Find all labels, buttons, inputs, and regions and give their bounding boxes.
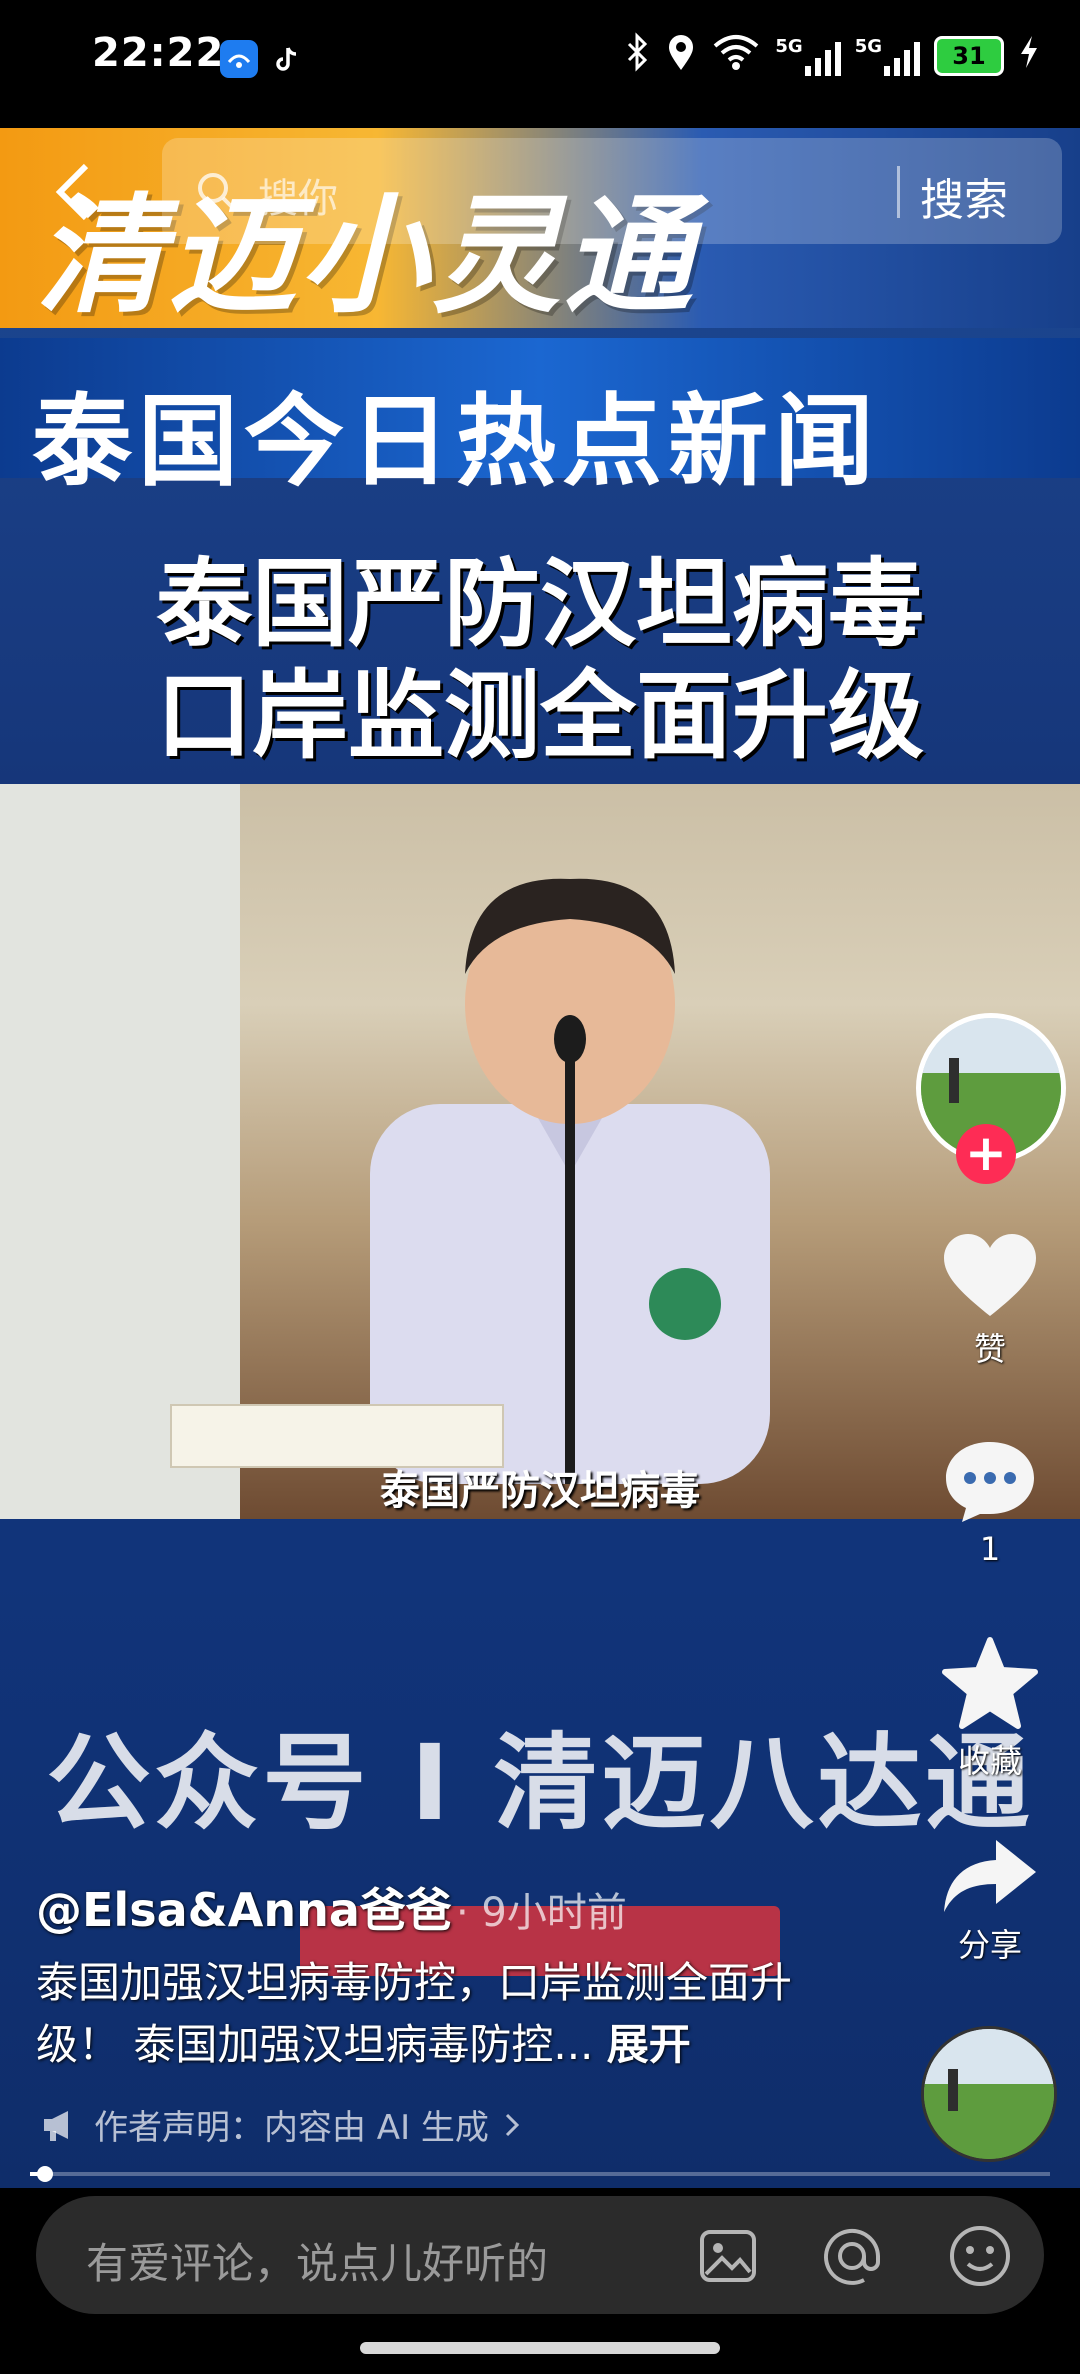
search-icon <box>195 168 239 220</box>
video-subtitle: 泰国严防汉坦病毒 <box>380 1468 700 1514</box>
expand-link[interactable]: 展开 <box>607 2020 691 2069</box>
video-banner-text: 泰国今日热点新闻 <box>32 383 880 500</box>
location-icon <box>665 32 697 79</box>
video-title-banner: 泰国今日热点新闻 <box>0 338 1080 500</box>
share-arrow-icon <box>944 1840 1036 1912</box>
author-name[interactable]: @Elsa&Anna爸爸 <box>36 1874 452 1940</box>
post-description[interactable]: 泰国加强汉坦病毒防控，口岸监测全面升级！ 泰国加强汉坦病毒防控... 展开 <box>36 1952 856 2076</box>
speaker-figure <box>370 878 770 1484</box>
like-label: 赞 <box>973 1330 1006 1368</box>
image-picker-button[interactable] <box>696 2224 760 2292</box>
video-headline: 泰国严防汉坦病毒 口岸监测全面升级 <box>0 548 1080 772</box>
charging-icon <box>1018 34 1040 77</box>
network-type-2: 5G <box>854 35 882 57</box>
heart-icon <box>944 1234 1036 1316</box>
search-button[interactable]: 搜索 <box>920 164 1008 228</box>
video-photo <box>0 784 1080 1519</box>
signal-bars-icon <box>804 36 841 76</box>
music-disc-avatar[interactable] <box>921 2026 1057 2162</box>
emoji-button[interactable] <box>946 2222 1014 2294</box>
video-headline-line2: 口岸监测全面升级 <box>156 660 924 772</box>
share-label: 分享 <box>957 1926 1022 1964</box>
signal-2: 5G <box>855 36 920 76</box>
megaphone-icon <box>44 2110 68 2141</box>
search-placeholder: 搜你 <box>258 176 338 222</box>
comment-button[interactable]: 1 <box>930 1436 1050 1568</box>
signal-bars-icon <box>884 36 920 76</box>
wifi-icon <box>711 32 761 79</box>
video-watermark: 公众号 I 清迈八达通 <box>46 1722 1034 1844</box>
like-button[interactable]: 赞 <box>930 1230 1050 1370</box>
status-icons: 5G 5G 31 <box>623 32 1040 79</box>
smiley-icon <box>950 2226 1010 2286</box>
tiktok-notification-icon <box>268 40 306 78</box>
video-headline-line1: 泰国严防汉坦病毒 <box>156 548 924 660</box>
comment-bubble-icon <box>946 1442 1034 1522</box>
favorite-label: 收藏 <box>957 1742 1022 1780</box>
post-time: · 9小时前 <box>456 1890 627 1936</box>
follow-button[interactable]: + <box>956 1124 1016 1184</box>
network-type-1: 5G <box>775 35 803 57</box>
share-button[interactable]: 分享 <box>930 1836 1050 1966</box>
star-icon <box>942 1637 1038 1729</box>
chevron-right-icon <box>505 2113 520 2136</box>
comment-count: 1 <box>979 1530 1001 1568</box>
video-progress-bar[interactable] <box>30 2166 1050 2182</box>
at-sign-icon <box>824 2229 880 2285</box>
home-indicator[interactable] <box>360 2342 720 2354</box>
search-divider <box>897 166 900 218</box>
signal-1: 5G <box>775 35 841 76</box>
bluetooth-icon <box>623 32 651 79</box>
comment-placeholder: 有爱评论，说点儿好听的 <box>86 2239 549 2288</box>
favorite-button[interactable]: 收藏 <box>930 1636 1050 1782</box>
mention-button[interactable] <box>818 2224 886 2292</box>
status-time: 22:22 <box>92 30 225 76</box>
back-button[interactable] <box>50 160 110 230</box>
battery-indicator: 31 <box>934 35 1004 76</box>
disclaimer-text: 作者声明：内容由 AI 生成 <box>94 2108 489 2148</box>
back-arrow-icon <box>55 163 89 221</box>
ai-disclaimer[interactable]: 作者声明：内容由 AI 生成 <box>40 2100 521 2149</box>
app-notification-icon <box>220 40 258 78</box>
image-icon <box>700 2230 756 2282</box>
